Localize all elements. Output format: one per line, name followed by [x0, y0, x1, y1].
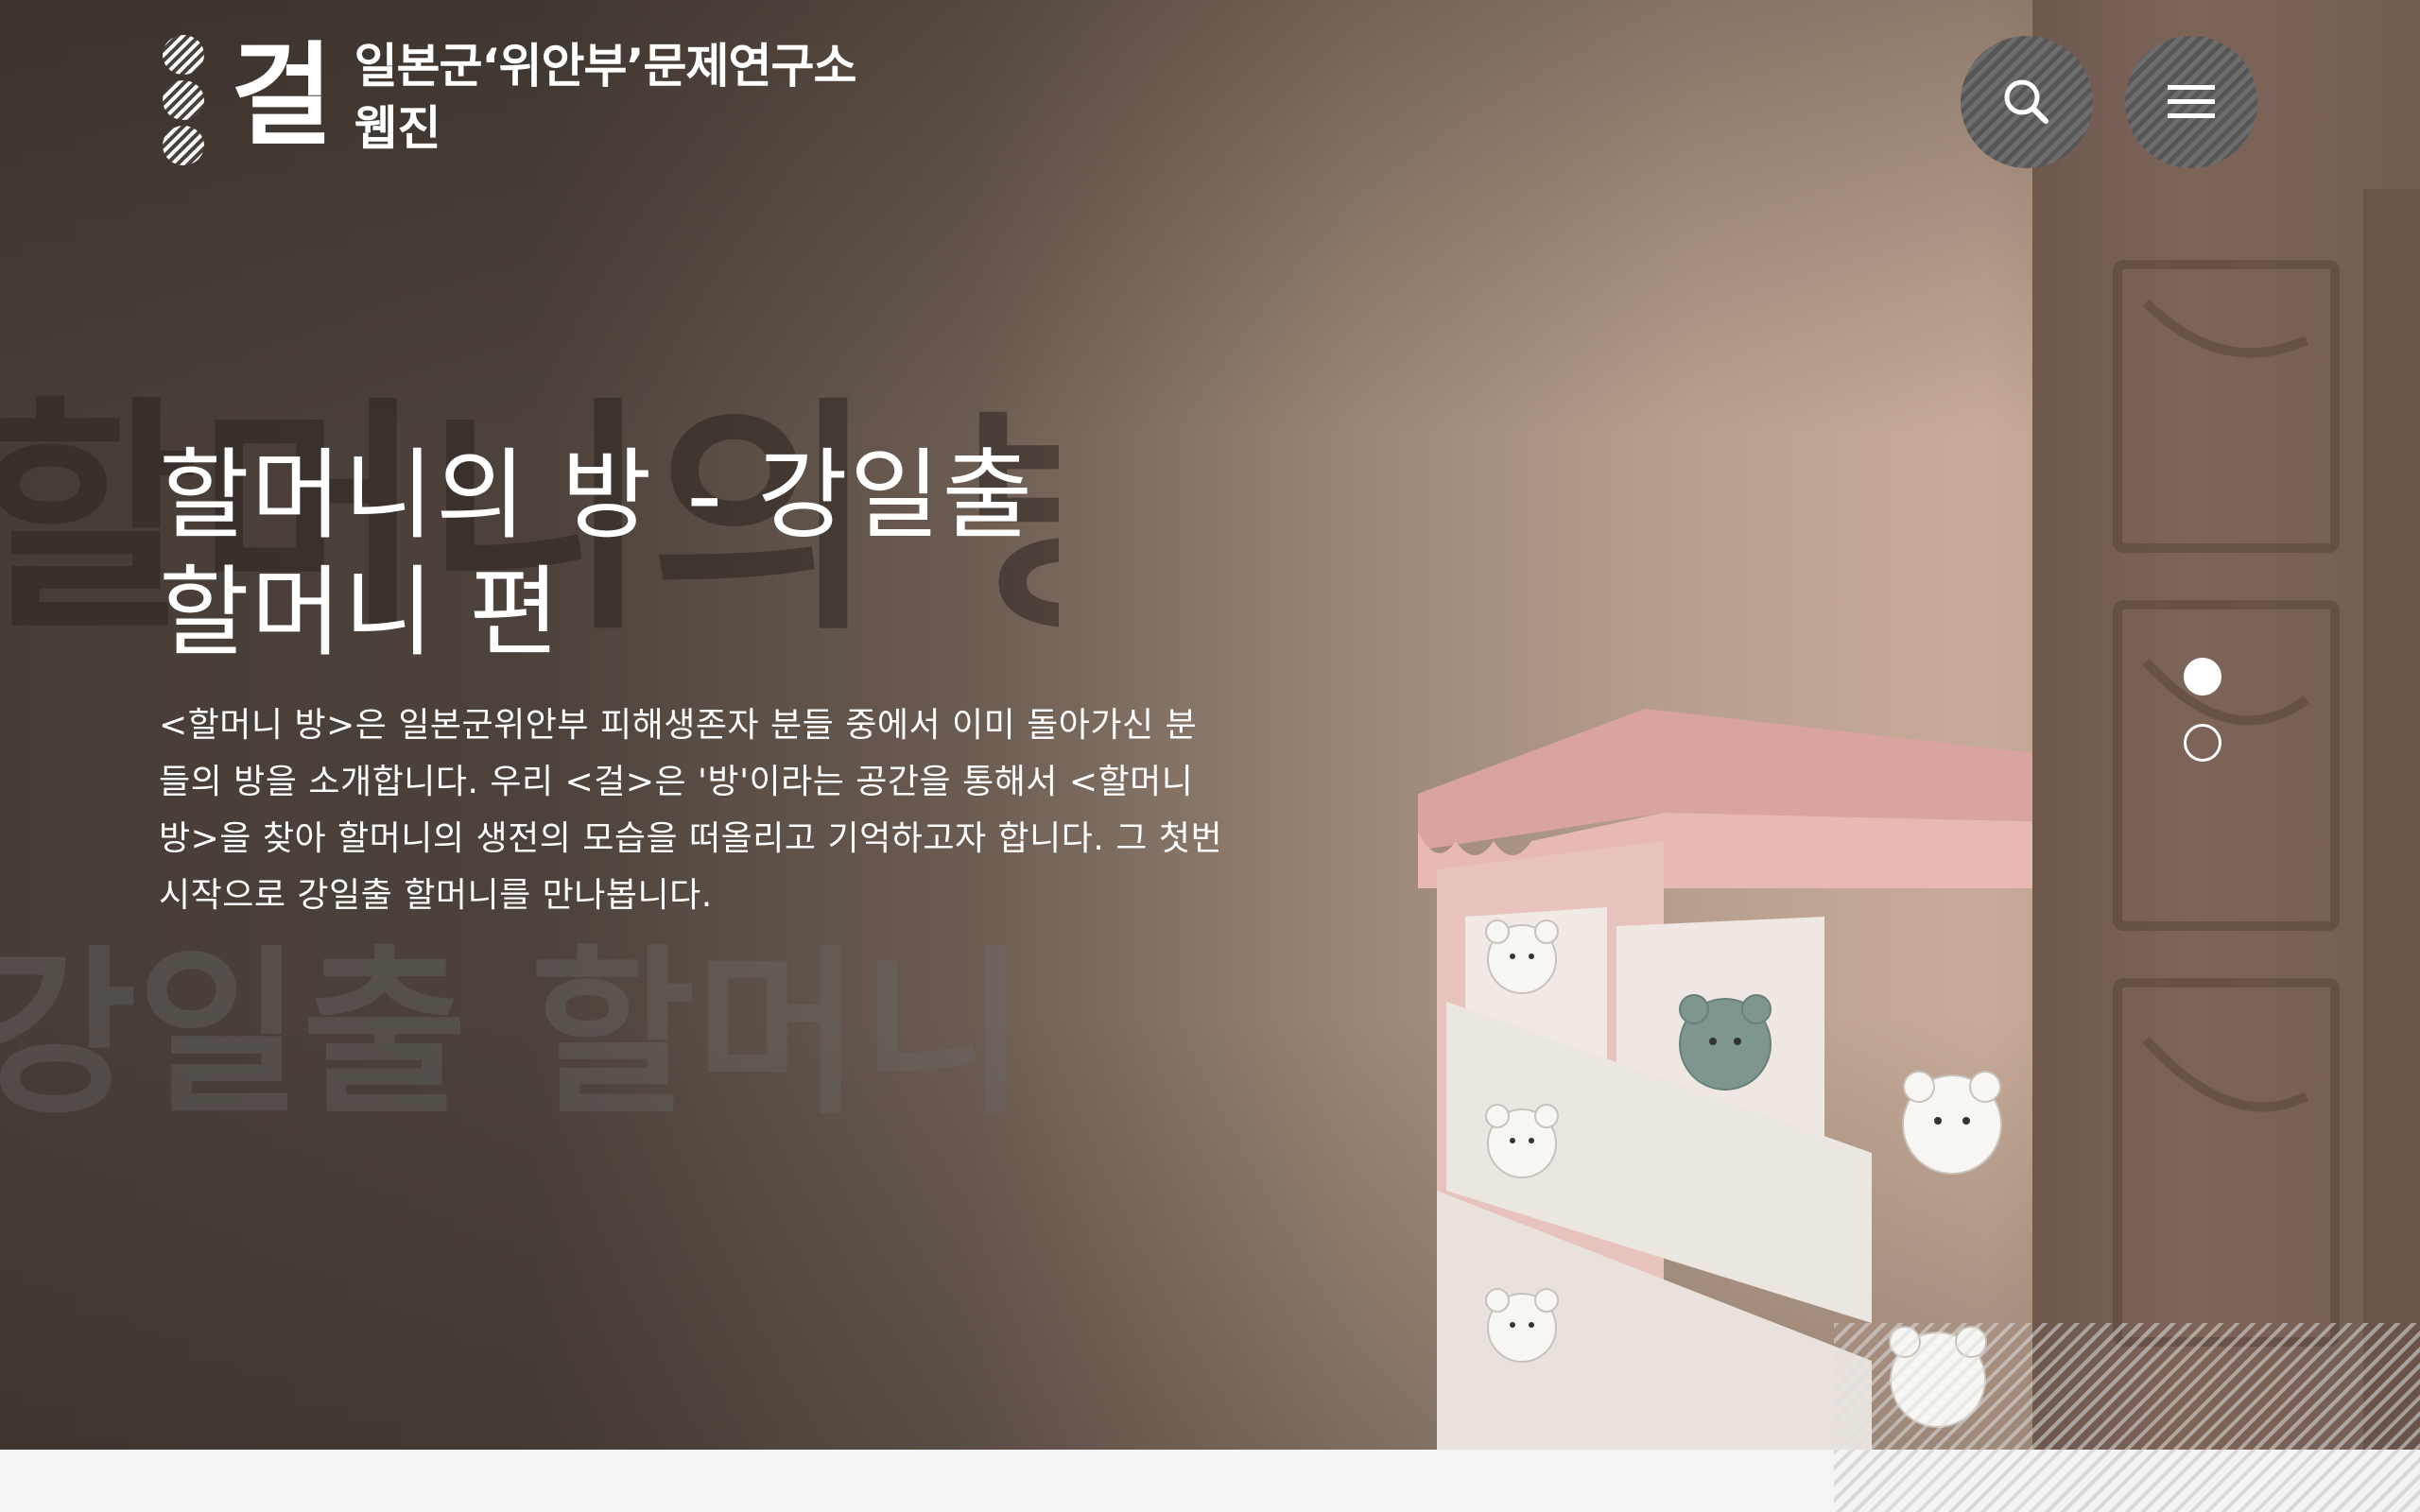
logo-title: 일본군‘위안부’문제연구소 [354, 39, 857, 94]
hamburger-menu-icon [2168, 85, 2215, 118]
hero-description: <할머니 방>은 일본군위안부 피해생존자 분들 중에서 이미 돌아가신 분들의… [159, 706, 1223, 915]
logo-mark-icon [163, 35, 204, 165]
decorative-stripes [1834, 1323, 2420, 1450]
logo-char: 걸 [231, 30, 334, 161]
hero-title-line1: 할머니의 방 - 강일출 [159, 438, 1035, 553]
hero-title-line2: 할머니 편 [159, 555, 562, 670]
search-button[interactable] [1961, 36, 2093, 168]
page: 할머니의 방 강일출 할머니 편 - [0, 0, 2420, 1512]
bottom-stripes [1834, 1450, 2420, 1512]
logo-text: 일본군‘위안부’문제연구소 웹진 [354, 36, 857, 161]
logo-subtitle: 웹진 [354, 101, 441, 156]
slide-dot-2[interactable] [2184, 724, 2221, 762]
menu-button[interactable] [2125, 36, 2257, 168]
site-logo[interactable]: 걸 일본군‘위안부’문제연구소 웹진 [161, 30, 857, 166]
slide-dot-1[interactable] [2184, 658, 2221, 696]
wardrobe-panels [2113, 189, 2420, 1450]
hero-title: 할머니의 방 - 강일출 할머니 편 [159, 437, 1293, 671]
search-icon [2004, 79, 2048, 124]
